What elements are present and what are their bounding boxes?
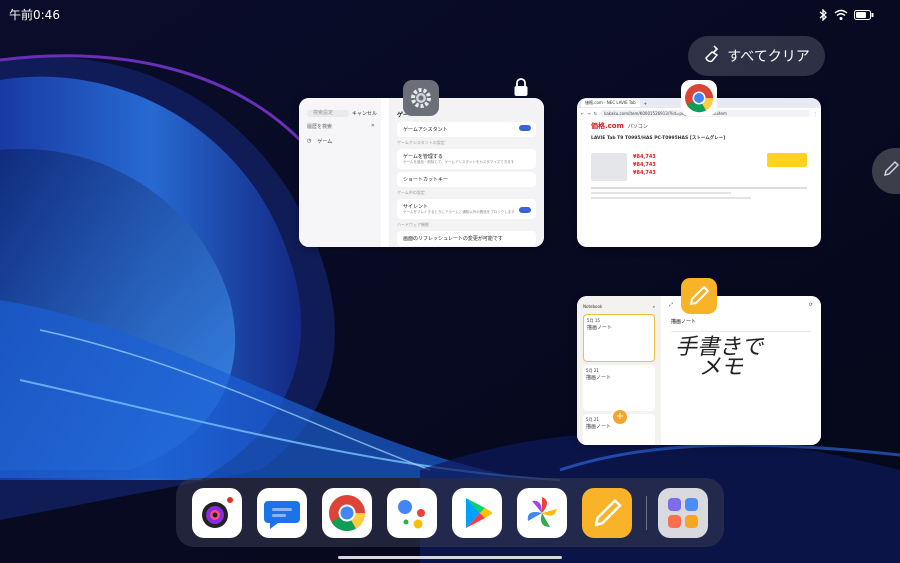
section-label: ハードウェア機能 [397,222,429,227]
back-icon[interactable]: ← [581,111,584,116]
handwriting-line: メモ [699,355,744,380]
history-icon: ◷ [307,138,312,144]
settings-card[interactable]: 検索設定 キャンセル 履歴を検索 ✕ ◷ ゲーム ゲー ゲームアシスタント ゲー… [299,98,544,247]
settings-row[interactable]: ショートカットキー [397,172,536,187]
note-title: 描画ノート [586,424,612,430]
list-item[interactable]: 5月 15 描画ノート [583,314,655,362]
site-logo[interactable]: 価格.com [591,121,624,131]
status-icons [818,6,874,25]
search-icon[interactable]: ⌕ [653,304,655,309]
row-sub: ゲームをプレイするときにアラームと通知以外の着信をブロックします [403,210,515,214]
clear-all-button[interactable]: すべてクリア [688,36,825,76]
note-title: 描画ノート [587,325,613,331]
note-editor: ⤢ ⟳ 描画ノート 手書きで メモ [661,296,821,445]
reload-icon[interactable]: ↻ [594,111,597,116]
menu-icon[interactable]: ⋮ [813,111,817,116]
list-item[interactable]: 5月 21 描画ノート [583,365,655,411]
price-value: ¥84,743 [633,162,656,168]
dock-divider [646,496,647,530]
app-drawer-icon[interactable] [658,488,708,538]
pinwheel-app-icon[interactable] [517,488,567,538]
notes-app-icon[interactable] [582,488,632,538]
price-value: ¥84,743 [633,154,656,160]
home-gesture-bar[interactable] [338,556,562,559]
toggle-switch[interactable] [519,125,531,131]
toggle-switch[interactable] [519,207,531,213]
note-title: 描画ノート [586,375,612,381]
settings-row[interactable]: ゲームを管理する ゲームを追加・削除して、ゲームアシスタントをカスタマイズできま… [397,149,536,169]
chrome-app-icon[interactable] [322,488,372,538]
battery-icon [854,6,874,25]
section-label: ゲーム中の設定 [397,190,425,195]
ad-banner[interactable] [767,153,807,167]
close-icon[interactable]: ✕ [371,123,375,130]
messages-app-icon[interactable] [257,488,307,538]
new-tab-icon[interactable]: + [644,101,647,106]
notes-icon[interactable] [681,278,717,314]
search-placeholder: 検索設定 [313,110,334,116]
settings-row[interactable]: 画面のリフレッシュレートの変更が可能です [397,231,536,246]
row-label: サイレント [403,204,429,210]
row-label: ゲームアシスタント [403,127,448,133]
settings-game-pane: ゲー ゲームアシスタント ゲームアシスタントの設定 ゲームを管理する ゲームを追… [389,98,544,247]
forward-icon[interactable]: → [587,111,590,116]
settings-search-pane: 検索設定 キャンセル 履歴を検索 ✕ ◷ ゲーム [299,98,381,247]
product-title: LAVIE Tab T9 T0995/HAS PC-T0995HAS [ストーム… [591,136,726,141]
history-item[interactable]: ゲーム [317,138,332,145]
cancel-link[interactable]: キャンセル [352,110,377,117]
section-label: ゲームアシスタントの設定 [397,140,445,145]
broom-icon [703,45,721,67]
row-label: ショートカットキー [403,177,449,183]
settings-row[interactable]: サイレント ゲームをプレイするときにアラームと通知以外の着信をブロックします [397,199,536,219]
status-time: 午前0:46 [9,8,60,22]
add-note-button[interactable]: + [613,410,627,424]
clear-all-label: すべてクリア [727,49,810,65]
history-label: 履歴を検索 [307,124,333,130]
dock [176,478,724,547]
share-icon[interactable]: ⟳ [809,302,813,308]
row-sub: ゲームを追加・削除して、ゲームアシスタントをカスタマイズできます [403,160,515,164]
play-store-app-icon[interactable] [452,488,502,538]
web-page: 価格.com パソコン LAVIE Tab T9 T0995/HAS PC-T0… [577,118,821,202]
pen-icon [882,160,900,182]
chrome-icon[interactable] [681,80,717,116]
expand-icon[interactable]: ⤢ [669,302,673,308]
settings-row[interactable]: ゲームアシスタント [397,122,536,137]
notes-list: Notebook ⌕ 5月 15 描画ノート 5月 21 描画ノート 5月 21… [577,296,661,445]
settings-search-input[interactable]: 検索設定 [307,110,349,117]
product-image[interactable] [591,153,627,181]
row-label: ゲームを管理する [403,154,443,160]
assistant-app-icon[interactable] [387,488,437,538]
row-label: 画面のリフレッシュレートの変更が可能です [403,236,503,242]
chrome-card[interactable]: 価格.com - NEC LAVIE Tab + ← → ↻ kakaku.co… [577,98,821,247]
handwriting-canvas[interactable]: 手書きで メモ [661,334,821,382]
settings-icon[interactable] [403,80,439,116]
note-title: 描画ノート [671,319,697,325]
bluetooth-icon [818,6,828,25]
browser-tab[interactable]: 価格.com - NEC LAVIE Tab [581,99,640,107]
notebook-title: Notebook [583,304,603,309]
wifi-icon [834,6,848,25]
notes-card[interactable]: Notebook ⌕ 5月 15 描画ノート 5月 21 描画ノート 5月 21… [577,296,821,445]
price-value: ¥84,743 [633,170,656,176]
category-label[interactable]: パソコン [628,123,648,130]
camera-app-icon[interactable] [192,488,242,538]
